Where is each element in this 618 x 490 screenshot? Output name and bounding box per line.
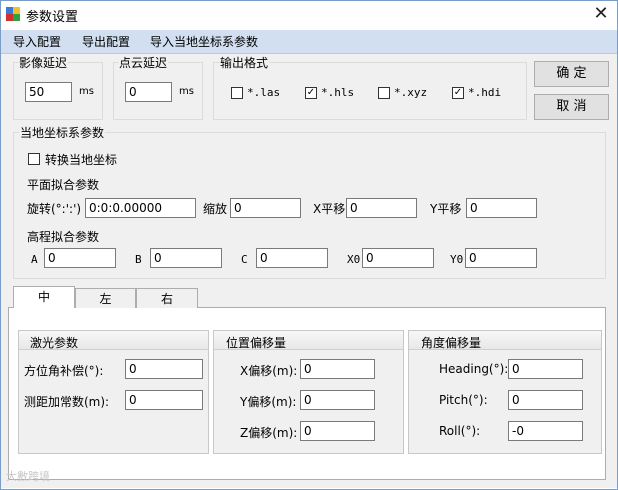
output-format-legend: 输出格式	[219, 54, 270, 71]
param-b-label: B	[135, 253, 142, 266]
azimuth-label: 方位角补偿(°):	[24, 364, 104, 378]
format-las-checkbox[interactable]	[231, 87, 243, 99]
z-offset-label: Z偏移(m):	[240, 426, 298, 440]
roll-label: Roll(°):	[439, 424, 481, 438]
rotate-input[interactable]: 0:0:0.00000	[85, 198, 196, 218]
param-b-input[interactable]: 0	[150, 248, 222, 268]
tab-right[interactable]: 右	[136, 288, 198, 308]
xshift-label: X平移	[313, 202, 346, 216]
ok-button[interactable]: 确 定	[534, 61, 609, 87]
y-offset-input[interactable]: 0	[300, 390, 375, 410]
y-offset-label: Y偏移(m):	[240, 395, 297, 409]
convert-local-label: 转换当地坐标	[45, 153, 118, 167]
format-xyz-label: *.xyz	[394, 86, 428, 99]
xshift-input[interactable]: 0	[346, 198, 417, 218]
title-bar	[1, 1, 617, 29]
position-offset-title: 位置偏移量	[226, 336, 287, 350]
elevation-fit-title: 高程拟合参数	[27, 230, 100, 244]
format-las-label: *.las	[247, 86, 281, 99]
menu-export-config[interactable]: 导出配置	[82, 33, 130, 50]
tab-center[interactable]: 中	[13, 286, 75, 308]
pitch-input[interactable]: 0	[508, 390, 583, 410]
rotate-label: 旋转(°:':')	[27, 202, 82, 216]
image-delay-legend: 影像延迟	[18, 54, 69, 71]
local-coords-legend: 当地坐标系参数	[19, 124, 106, 141]
param-a-input[interactable]: 0	[44, 248, 116, 268]
roll-input[interactable]: -0	[508, 421, 583, 441]
close-button[interactable]: ✕	[588, 2, 614, 26]
plane-fit-title: 平面拟合参数	[27, 178, 100, 192]
param-x0-label: X0	[347, 253, 361, 266]
tab-left[interactable]: 左	[75, 288, 136, 308]
pitch-label: Pitch(°):	[439, 393, 488, 407]
yshift-label: Y平移	[430, 202, 462, 216]
point-delay-unit: ms	[179, 86, 194, 97]
angle-offset-title: 角度偏移量	[421, 336, 482, 350]
format-hls-checkbox[interactable]: ✓	[305, 87, 317, 99]
x-offset-input[interactable]: 0	[300, 359, 375, 379]
menu-import-local-coords[interactable]: 导入当地坐标系参数	[150, 33, 258, 50]
yshift-input[interactable]: 0	[466, 198, 537, 218]
image-delay-input[interactable]: 50	[25, 82, 72, 102]
param-a-label: A	[31, 253, 38, 266]
cancel-button[interactable]: 取 消	[534, 94, 609, 120]
heading-label: Heading(°):	[439, 362, 509, 376]
menu-import-config[interactable]: 导入配置	[13, 33, 61, 50]
x-offset-label: X偏移(m):	[240, 364, 298, 378]
image-delay-unit: ms	[79, 86, 94, 97]
app-settings-icon	[6, 7, 20, 21]
param-c-input[interactable]: 0	[256, 248, 328, 268]
heading-input[interactable]: 0	[508, 359, 583, 379]
format-hdi-label: *.hdi	[468, 86, 502, 99]
param-y0-label: Y0	[450, 253, 464, 266]
point-delay-input[interactable]: 0	[125, 82, 172, 102]
format-hls-label: *.hls	[321, 86, 355, 99]
laser-params-title: 激光参数	[30, 336, 79, 350]
param-x0-input[interactable]: 0	[362, 248, 434, 268]
window-title: 参数设置	[26, 10, 79, 25]
convert-local-checkbox[interactable]	[28, 153, 40, 165]
z-offset-input[interactable]: 0	[300, 421, 375, 441]
range-constant-label: 测距加常数(m):	[24, 395, 110, 409]
param-y0-input[interactable]: 0	[465, 248, 537, 268]
param-c-label: C	[241, 253, 248, 266]
point-delay-legend: 点云延迟	[118, 54, 169, 71]
scale-label: 缩放	[203, 202, 228, 216]
format-xyz-checkbox[interactable]	[378, 87, 390, 99]
scale-input[interactable]: 0	[230, 198, 301, 218]
watermark: 大數跨境	[6, 470, 50, 483]
range-constant-input[interactable]: 0	[125, 390, 203, 410]
format-hdi-checkbox[interactable]: ✓	[452, 87, 464, 99]
azimuth-input[interactable]: 0	[125, 359, 203, 379]
